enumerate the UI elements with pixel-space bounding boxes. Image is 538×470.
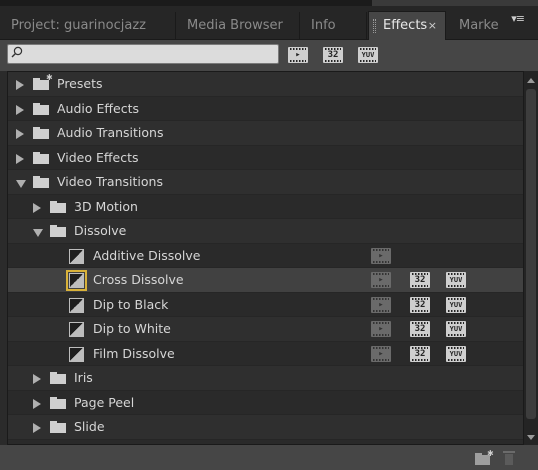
transition-row-film-dissolve[interactable]: Film Dissolve ▸ 32 YUV xyxy=(8,341,523,366)
yuv-filter-icon[interactable]: YUV xyxy=(358,47,378,63)
tab-info-label: Info xyxy=(311,18,336,33)
vertical-scrollbar[interactable] xyxy=(524,71,538,445)
folder-icon xyxy=(33,102,49,115)
tab-effects-label: Effects xyxy=(383,18,428,33)
disclosure-collapsed-icon[interactable] xyxy=(16,129,24,139)
tab-markers[interactable]: Marke xyxy=(448,12,518,40)
transition-row-cross-dissolve[interactable]: Cross Dissolve ▸ 32 YUV xyxy=(8,268,523,293)
disclosure-collapsed-icon[interactable] xyxy=(33,202,41,213)
transition-icon xyxy=(69,346,84,362)
new-custom-bin-icon[interactable]: ✱ xyxy=(475,449,494,465)
accelerated-badge-icon: ▸ xyxy=(371,345,391,362)
disclosure-collapsed-icon[interactable] xyxy=(16,153,24,164)
32-bit-badge-icon: 32 xyxy=(410,345,430,362)
accelerated-badge-icon: ▸ xyxy=(371,247,391,264)
yuv-badge-icon: YUV xyxy=(446,345,466,362)
folder-label: Audio Transitions xyxy=(57,125,164,140)
folder-row-video-transitions[interactable]: Video Transitions xyxy=(8,170,523,195)
accelerated-badge-icon: ▸ xyxy=(371,296,391,313)
delete-icon[interactable] xyxy=(503,451,515,465)
folder-icon xyxy=(33,151,49,164)
search-input[interactable] xyxy=(26,46,271,62)
transition-label: Cross Dissolve xyxy=(93,272,184,287)
panel-menu-icon[interactable]: ▾≡ xyxy=(511,12,525,25)
disclosure-expanded-icon[interactable] xyxy=(16,180,26,188)
folder-icon xyxy=(33,127,49,139)
folder-row-slide[interactable]: Slide xyxy=(8,415,523,440)
tab-project-label: Project: guarinocjazz xyxy=(11,18,146,33)
presets-folder-icon: ✱ xyxy=(33,74,53,90)
folder-row-audio-transitions[interactable]: Audio Transitions xyxy=(8,121,523,146)
folder-label: Video Transitions xyxy=(57,174,163,189)
folder-label: Video Effects xyxy=(57,149,139,165)
scroll-down-icon[interactable] xyxy=(527,435,535,440)
disclosure-collapsed-icon[interactable] xyxy=(16,104,24,115)
yuv-badge-icon: YUV xyxy=(446,321,466,337)
transition-icon xyxy=(66,270,87,291)
disclosure-expanded-icon[interactable] xyxy=(33,229,43,237)
transition-icon xyxy=(69,248,84,264)
folder-icon xyxy=(50,372,66,384)
transition-label: Dip to White xyxy=(93,321,171,336)
tab-close-icon[interactable]: × xyxy=(428,12,437,40)
yuv-badge-icon: YUV xyxy=(446,296,466,313)
disclosure-collapsed-icon[interactable] xyxy=(33,398,41,409)
folder-icon xyxy=(50,225,66,237)
transition-row-dip-to-white[interactable]: Dip to White ▸ 32 YUV xyxy=(8,317,523,342)
transition-label: Additive Dissolve xyxy=(93,247,201,263)
folder-label: Audio Effects xyxy=(57,100,139,116)
folder-label: Presets xyxy=(57,76,103,91)
search-field[interactable] xyxy=(7,44,279,64)
folder-label: 3D Motion xyxy=(74,198,138,214)
tab-grip-icon[interactable] xyxy=(373,19,376,33)
accelerated-effects-filter-icon[interactable]: ▸ xyxy=(288,47,308,63)
folder-row-page-peel[interactable]: Page Peel xyxy=(8,390,523,415)
accelerated-badge-icon: ▸ xyxy=(371,272,391,288)
bottom-toolbar: ✱ xyxy=(0,445,538,470)
tab-media-browser[interactable]: Media Browser xyxy=(176,12,300,40)
disclosure-collapsed-icon[interactable] xyxy=(16,80,24,90)
tab-media-browser-label: Media Browser xyxy=(187,18,283,33)
disclosure-collapsed-icon[interactable] xyxy=(33,423,41,433)
folder-row-audio-effects[interactable]: Audio Effects xyxy=(8,96,523,121)
scroll-up-icon[interactable] xyxy=(527,78,535,83)
folder-icon xyxy=(50,396,66,409)
search-toolbar: ▸ 32 YUV xyxy=(0,40,538,71)
tab-effects[interactable]: Effects × xyxy=(368,11,446,41)
folder-row-3d-motion[interactable]: 3D Motion xyxy=(8,194,523,219)
scroll-thumb[interactable] xyxy=(526,89,536,419)
folder-label: Slide xyxy=(74,419,105,434)
accelerated-badge-icon: ▸ xyxy=(371,321,391,337)
yuv-badge-icon: YUV xyxy=(446,272,466,288)
transition-icon xyxy=(69,297,84,313)
folder-icon xyxy=(50,200,66,213)
folder-row-dissolve[interactable]: Dissolve xyxy=(8,219,523,244)
32-bit-badge-icon: 32 xyxy=(410,296,430,313)
folder-row-iris[interactable]: Iris xyxy=(8,366,523,391)
folder-label: Dissolve xyxy=(74,223,127,238)
transition-row-additive-dissolve[interactable]: Additive Dissolve ▸ xyxy=(8,243,523,268)
folder-row-presets[interactable]: ✱ Presets xyxy=(8,72,523,97)
tab-info[interactable]: Info xyxy=(300,12,367,40)
tab-markers-label: Marke xyxy=(459,18,499,33)
folder-label: Iris xyxy=(74,370,93,385)
transition-label: Film Dissolve xyxy=(93,345,175,361)
transition-icon xyxy=(69,322,84,337)
transition-label: Dip to Black xyxy=(93,296,169,312)
search-icon xyxy=(11,46,23,58)
32-bit-badge-icon: 32 xyxy=(410,272,430,288)
folder-label: Page Peel xyxy=(74,394,135,410)
panel-tab-bar: Project: guarinocjazz Media Browser Info… xyxy=(0,6,538,41)
folder-row-video-effects[interactable]: Video Effects xyxy=(8,145,523,170)
folder-icon xyxy=(50,421,66,433)
folder-icon xyxy=(33,176,49,188)
32-bit-filter-icon[interactable]: 32 xyxy=(323,47,343,63)
transition-row-dip-to-black[interactable]: Dip to Black ▸ 32 YUV xyxy=(8,292,523,317)
32-bit-badge-icon: 32 xyxy=(410,321,430,337)
disclosure-collapsed-icon[interactable] xyxy=(33,374,41,384)
tab-project[interactable]: Project: guarinocjazz xyxy=(0,12,176,40)
effects-tree: ✱ Presets Audio Effects Audio Transitions Vi… xyxy=(7,71,524,445)
